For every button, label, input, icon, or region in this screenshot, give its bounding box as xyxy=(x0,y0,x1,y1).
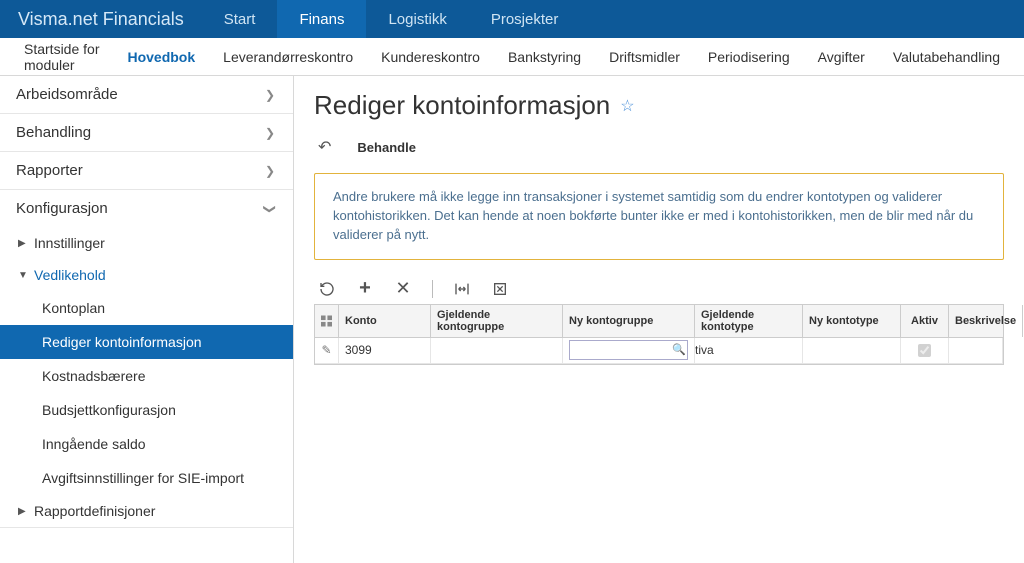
toolbar-separator xyxy=(432,280,433,298)
sidebar-arbeidsomrade-label: Arbeidsområde xyxy=(16,86,118,103)
sidebar: Arbeidsområde ❯ Behandling ❯ Rapporter ❯… xyxy=(0,76,294,563)
cell-konto[interactable]: 3099 xyxy=(339,338,431,363)
sidebar-behandling[interactable]: Behandling ❯ xyxy=(0,114,293,151)
aktiv-checkbox xyxy=(918,344,931,357)
chevron-down-icon: ❯ xyxy=(263,203,277,213)
triangle-down-icon: ▼ xyxy=(18,270,28,281)
subnav-avgifter[interactable]: Avgifter xyxy=(804,38,879,75)
sub-nav: Startside for moduler Hovedbok Leverandø… xyxy=(0,38,1024,76)
cell-ny-kontogruppe[interactable]: 🔍 xyxy=(563,338,695,363)
cell-aktiv xyxy=(901,338,949,363)
undo-icon[interactable]: ↶ xyxy=(318,137,331,157)
subnav-periodisering[interactable]: Periodisering xyxy=(694,38,804,75)
col-aktiv[interactable]: Aktiv xyxy=(901,305,949,337)
cell-gjeldende-kontotype-value: tiva xyxy=(695,343,714,357)
sidebar-rapporter[interactable]: Rapporter ❯ xyxy=(0,152,293,189)
topnav-prosjekter[interactable]: Prosjekter xyxy=(469,0,581,38)
process-button[interactable]: Behandle xyxy=(357,140,416,155)
chevron-right-icon: ❯ xyxy=(265,164,275,178)
cell-gjeldende-kontotype: tiva xyxy=(695,338,803,363)
sidebar-innstillinger[interactable]: ▶ Innstillinger xyxy=(0,227,293,259)
sidebar-inngaende-saldo[interactable]: Inngående saldo xyxy=(0,427,293,461)
sidebar-avgiftsinnstillinger-sie[interactable]: Avgiftsinnstillinger for SIE-import xyxy=(0,461,293,495)
cell-ny-kontotype[interactable] xyxy=(803,338,901,363)
sidebar-vedlikehold[interactable]: ▼ Vedlikehold xyxy=(0,259,293,291)
sidebar-budsjettkonfigurasjon[interactable]: Budsjettkonfigurasjon xyxy=(0,393,293,427)
col-beskrivelse[interactable]: Beskrivelse xyxy=(949,305,1023,337)
sidebar-rapportdefinisjoner[interactable]: ▶ Rapportdefinisjoner xyxy=(0,495,293,527)
topnav-finans[interactable]: Finans xyxy=(277,0,366,38)
triangle-right-icon: ▶ xyxy=(18,238,28,249)
page-title: Rediger kontoinformasjon xyxy=(314,90,610,121)
top-nav: Visma.net Financials Start Finans Logist… xyxy=(0,0,1024,38)
chevron-right-icon: ❯ xyxy=(265,88,275,102)
cell-beskrivelse xyxy=(949,338,1003,363)
table-row[interactable]: ✎ 3099 🔍 tiva xyxy=(315,338,1003,364)
grid-header-row: Konto Gjeldende kontogruppe Ny kontogrup… xyxy=(315,304,1003,338)
col-ny-kontogruppe[interactable]: Ny kontogruppe xyxy=(563,305,695,337)
sidebar-arbeidsomrade[interactable]: Arbeidsområde ❯ xyxy=(0,76,293,113)
sidebar-innstillinger-label: Innstillinger xyxy=(34,235,105,251)
grid-header-selector[interactable] xyxy=(315,305,339,337)
ny-kontogruppe-input[interactable] xyxy=(569,340,688,360)
col-gjeldende-kontogruppe[interactable]: Gjeldende kontogruppe xyxy=(431,305,563,337)
delete-icon[interactable]: ✕ xyxy=(394,280,412,298)
row-edit-indicator: ✎ xyxy=(315,338,339,363)
subnav-hovedbok[interactable]: Hovedbok xyxy=(113,38,209,75)
fit-columns-icon[interactable] xyxy=(453,280,471,298)
subnav-bankstyring[interactable]: Bankstyring xyxy=(494,38,595,75)
warning-alert: Andre brukere må ikke legge inn transaks… xyxy=(314,173,1004,260)
sidebar-behandling-label: Behandling xyxy=(16,124,91,141)
subnav-kundereskontro[interactable]: Kundereskontro xyxy=(367,38,494,75)
sidebar-konfigurasjon-label: Konfigurasjon xyxy=(16,200,108,217)
chevron-right-icon: ❯ xyxy=(265,126,275,140)
sidebar-vedlikehold-label: Vedlikehold xyxy=(34,267,106,283)
sidebar-rediger-kontoinformasjon[interactable]: Rediger kontoinformasjon xyxy=(0,325,293,359)
export-icon[interactable] xyxy=(491,280,509,298)
triangle-right-icon: ▶ xyxy=(18,506,28,517)
topnav-logistikk[interactable]: Logistikk xyxy=(366,0,468,38)
sidebar-rapporter-label: Rapporter xyxy=(16,162,83,179)
cell-gjeldende-kontogruppe xyxy=(431,338,563,363)
sidebar-konfigurasjon[interactable]: Konfigurasjon ❯ xyxy=(0,190,293,227)
subnav-driftsmidler[interactable]: Driftsmidler xyxy=(595,38,694,75)
col-gjeldende-kontotype[interactable]: Gjeldende kontotype xyxy=(695,305,803,337)
favorite-star-icon[interactable]: ☆ xyxy=(620,96,634,116)
grid-toolbar: + ✕ xyxy=(314,274,1004,304)
add-icon[interactable]: + xyxy=(356,280,374,298)
sidebar-rapportdefinisjoner-label: Rapportdefinisjoner xyxy=(34,503,155,519)
topnav-start[interactable]: Start xyxy=(202,0,278,38)
col-ny-kontotype[interactable]: Ny kontotype xyxy=(803,305,901,337)
refresh-icon[interactable] xyxy=(318,280,336,298)
subnav-leverandor[interactable]: Leverandørreskontro xyxy=(209,38,367,75)
col-konto[interactable]: Konto xyxy=(339,305,431,337)
subnav-startside[interactable]: Startside for moduler xyxy=(10,38,113,75)
pencil-icon: ✎ xyxy=(321,343,331,357)
sidebar-kostnadsbaerere[interactable]: Kostnadsbærere xyxy=(0,359,293,393)
brand: Visma.net Financials xyxy=(0,0,202,38)
sidebar-kontoplan[interactable]: Kontoplan xyxy=(0,291,293,325)
subnav-valuta[interactable]: Valutabehandling xyxy=(879,38,1014,75)
data-grid: Konto Gjeldende kontogruppe Ny kontogrup… xyxy=(314,304,1004,365)
main-content: Rediger kontoinformasjon ☆ ↶ Behandle An… xyxy=(294,76,1024,563)
